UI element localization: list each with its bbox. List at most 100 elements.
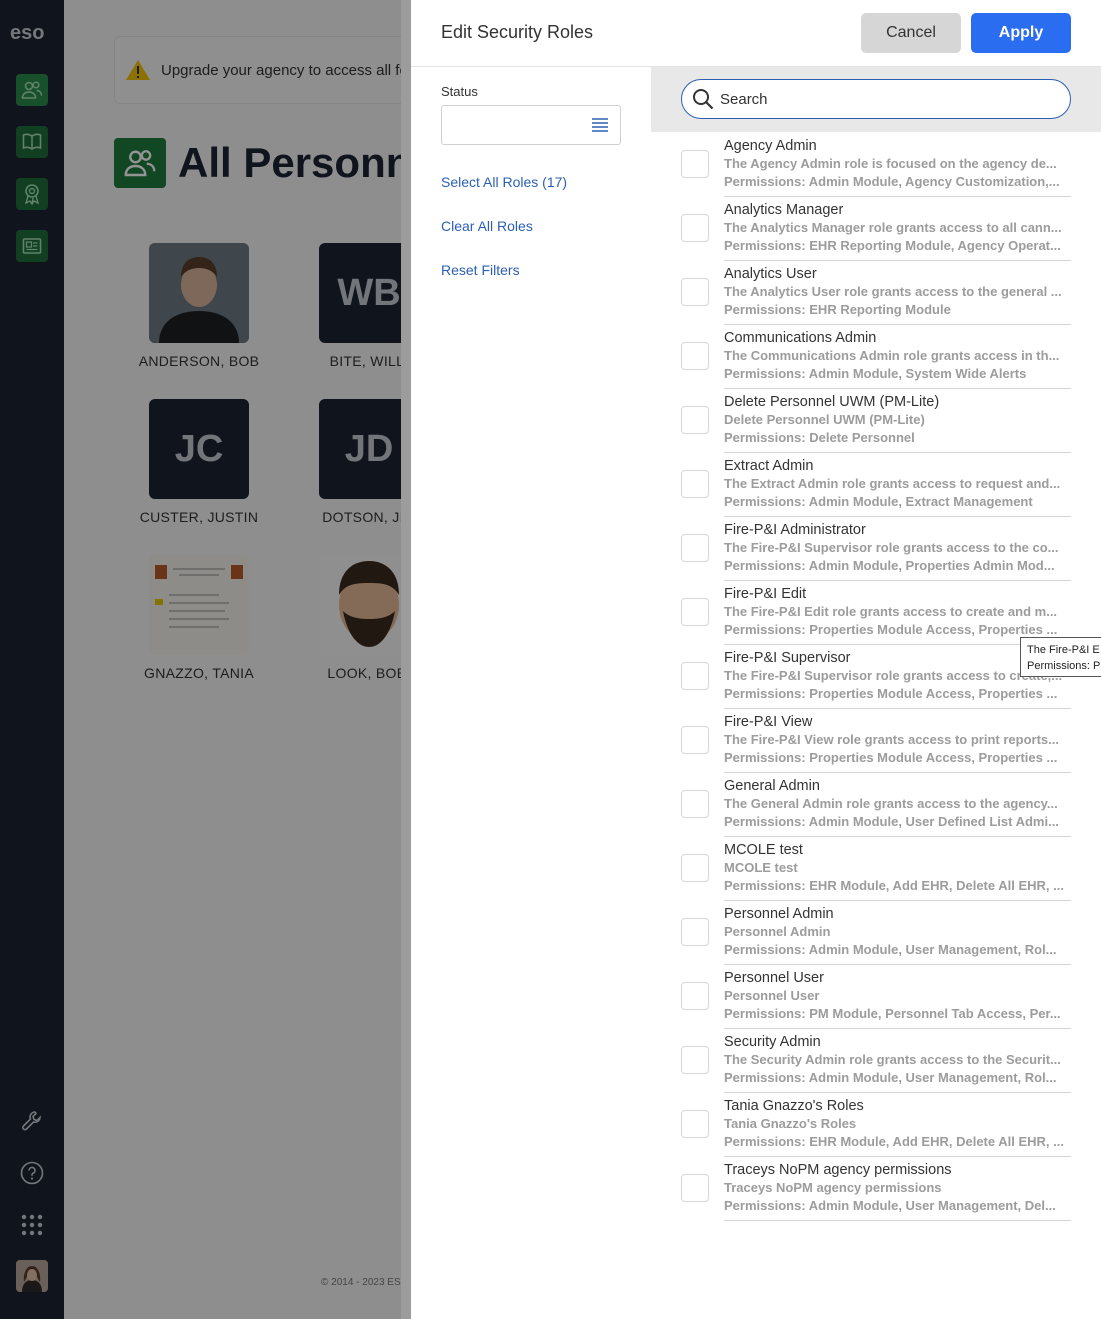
role-name: Fire-P&I Administrator <box>724 522 866 538</box>
role-name: Analytics User <box>724 266 817 282</box>
search-input[interactable] <box>720 90 1040 108</box>
role-checkbox[interactable] <box>681 1110 709 1138</box>
role-row[interactable]: Analytics Manager The Analytics Manager r… <box>681 199 1071 263</box>
role-description: The Extract Admin role grants access to … <box>724 476 1061 491</box>
role-description: The General Admin role grants access to … <box>724 796 1058 811</box>
role-row[interactable]: Fire-P&I View The Fire-P&I View role gran… <box>681 711 1071 775</box>
role-description: Delete Personnel UWM (PM-Lite) <box>724 412 925 427</box>
role-checkbox[interactable] <box>681 1046 709 1074</box>
role-text: Tania Gnazzo's Roles Tania Gnazzo's Roles… <box>724 1097 1071 1157</box>
role-text: Delete Personnel UWM (PM-Lite) Delete Per… <box>724 393 1071 453</box>
role-text: Agency Admin The Agency Admin role is foc… <box>724 137 1071 197</box>
role-row[interactable]: Delete Personnel UWM (PM-Lite) Delete Per… <box>681 391 1071 455</box>
roles-list: Agency Admin The Agency Admin role is foc… <box>681 135 1071 1223</box>
role-description: Tania Gnazzo's Roles <box>724 1116 857 1131</box>
role-text: Security Admin The Security Admin role gr… <box>724 1033 1071 1093</box>
role-name: MCOLE test <box>724 842 803 858</box>
drawer-header: Edit Security Roles Cancel Apply <box>411 0 1101 67</box>
search-icon <box>693 89 714 110</box>
drawer-edge <box>401 0 411 1319</box>
status-select[interactable] <box>441 105 621 145</box>
role-permissions: Permissions: Properties Module Access, P… <box>724 622 1058 637</box>
role-description: Personnel User <box>724 988 820 1003</box>
role-checkbox[interactable] <box>681 470 709 498</box>
role-name: Agency Admin <box>724 138 817 154</box>
role-name: Tania Gnazzo's Roles <box>724 1098 864 1114</box>
role-checkbox[interactable] <box>681 150 709 178</box>
role-text: Fire-P&I Administrator The Fire-P&I Super… <box>724 521 1071 581</box>
role-row[interactable]: Fire-P&I Supervisor The Fire-P&I Supervis… <box>681 647 1071 711</box>
role-row[interactable]: Tania Gnazzo's Roles Tania Gnazzo's Roles… <box>681 1095 1071 1159</box>
apply-button[interactable]: Apply <box>971 13 1071 53</box>
role-checkbox[interactable] <box>681 854 709 882</box>
role-description: The Fire-P&I Edit role grants access to … <box>724 604 1058 619</box>
role-name: General Admin <box>724 778 820 794</box>
role-row[interactable]: Analytics User The Analytics User role gr… <box>681 263 1071 327</box>
role-permissions: Permissions: PM Module, Personnel Tab Ac… <box>724 1006 1061 1021</box>
role-permissions: Permissions: Admin Module, Agency Custom… <box>724 174 1060 189</box>
clear-all-roles-link[interactable]: Clear All Roles <box>441 218 533 234</box>
role-checkbox[interactable] <box>681 918 709 946</box>
role-checkbox[interactable] <box>681 726 709 754</box>
role-row[interactable]: Security Admin The Security Admin role gr… <box>681 1031 1071 1095</box>
role-name: Traceys NoPM agency permissions <box>724 1162 952 1178</box>
role-description: The Communications Admin role grants acc… <box>724 348 1060 363</box>
role-description: MCOLE test <box>724 860 798 875</box>
role-row[interactable]: Extract Admin The Extract Admin role gran… <box>681 455 1071 519</box>
role-permissions: Permissions: Admin Module, Properties Ad… <box>724 558 1055 573</box>
role-name: Extract Admin <box>724 458 814 474</box>
select-all-roles-link[interactable]: Select All Roles (17) <box>441 174 567 190</box>
edit-security-roles-drawer: Edit Security Roles Cancel Apply Status … <box>401 0 1101 1319</box>
role-row[interactable]: Fire-P&I Administrator The Fire-P&I Super… <box>681 519 1071 583</box>
role-name: Fire-P&I View <box>724 714 813 730</box>
role-checkbox[interactable] <box>681 534 709 562</box>
role-row[interactable]: Fire-P&I Edit The Fire-P&I Edit role gran… <box>681 583 1071 647</box>
role-row[interactable]: MCOLE test MCOLE test Permissions: EHR Mod… <box>681 839 1071 903</box>
role-text: Analytics Manager The Analytics Manager r… <box>724 201 1071 261</box>
role-tooltip: The Fire-P&I E Permissions: P <box>1020 637 1101 677</box>
search-box[interactable] <box>681 79 1071 119</box>
role-text: Personnel Admin Personnel Admin Permission… <box>724 905 1071 965</box>
role-text: Fire-P&I Supervisor The Fire-P&I Supervis… <box>724 649 1071 709</box>
role-permissions: Permissions: Admin Module, User Defined … <box>724 814 1059 829</box>
role-row[interactable]: Communications Admin The Communications A… <box>681 327 1071 391</box>
role-permissions: Permissions: Admin Module, User Manageme… <box>724 942 1057 957</box>
role-text: Personnel User Personnel User Permissions:… <box>724 969 1071 1029</box>
role-text: Extract Admin The Extract Admin role gran… <box>724 457 1071 517</box>
role-description: The Security Admin role grants access to… <box>724 1052 1061 1067</box>
role-checkbox[interactable] <box>681 790 709 818</box>
role-checkbox[interactable] <box>681 214 709 242</box>
role-name: Fire-P&I Supervisor <box>724 650 851 666</box>
role-checkbox[interactable] <box>681 342 709 370</box>
role-permissions: Permissions: EHR Module, Add EHR, Delete… <box>724 878 1064 893</box>
reset-filters-link[interactable]: Reset Filters <box>441 262 520 278</box>
role-checkbox[interactable] <box>681 406 709 434</box>
role-checkbox[interactable] <box>681 278 709 306</box>
role-description: The Analytics Manager role grants access… <box>724 220 1062 235</box>
role-checkbox[interactable] <box>681 598 709 626</box>
role-checkbox[interactable] <box>681 982 709 1010</box>
role-text: Fire-P&I View The Fire-P&I View role gran… <box>724 713 1071 773</box>
role-text: Communications Admin The Communications A… <box>724 329 1071 389</box>
role-description: The Fire-P&I Supervisor role grants acce… <box>724 540 1059 555</box>
role-name: Personnel Admin <box>724 906 834 922</box>
role-description: Personnel Admin <box>724 924 831 939</box>
search-bar <box>651 67 1101 132</box>
role-permissions: Permissions: Admin Module, Extract Manag… <box>724 494 1033 509</box>
role-permissions: Permissions: Admin Module, User Manageme… <box>724 1198 1056 1213</box>
role-row[interactable]: General Admin The General Admin role gran… <box>681 775 1071 839</box>
role-row[interactable]: Agency Admin The Agency Admin role is foc… <box>681 135 1071 199</box>
role-checkbox[interactable] <box>681 662 709 690</box>
role-row[interactable]: Personnel Admin Personnel Admin Permission… <box>681 903 1071 967</box>
roles-panel: Agency Admin The Agency Admin role is foc… <box>651 67 1101 1319</box>
role-checkbox[interactable] <box>681 1174 709 1202</box>
role-description: Traceys NoPM agency permissions <box>724 1180 942 1195</box>
role-row[interactable]: Personnel User Personnel User Permissions:… <box>681 967 1071 1031</box>
role-name: Personnel User <box>724 970 824 986</box>
role-name: Security Admin <box>724 1034 821 1050</box>
status-label: Status <box>441 84 478 99</box>
tooltip-line: The Fire-P&I E <box>1027 644 1100 656</box>
role-row[interactable]: Traceys NoPM agency permissions Traceys N… <box>681 1159 1071 1223</box>
cancel-button[interactable]: Cancel <box>861 13 961 53</box>
drawer-title: Edit Security Roles <box>441 22 594 42</box>
